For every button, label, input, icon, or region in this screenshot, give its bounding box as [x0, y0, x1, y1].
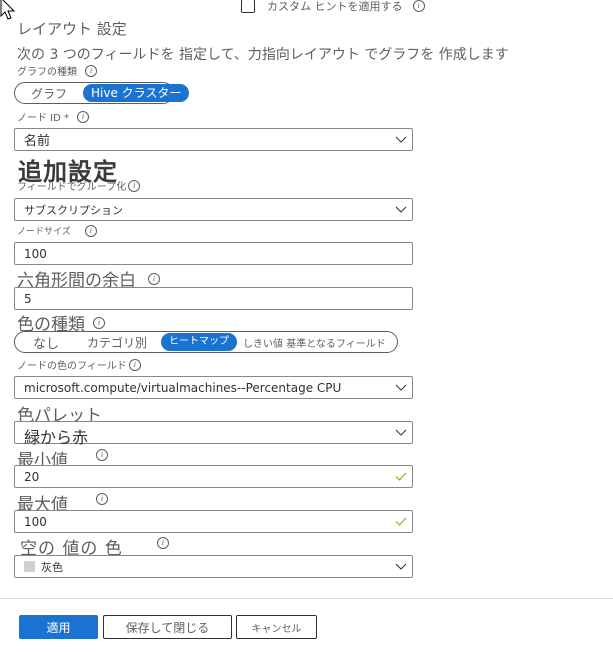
graph-type-option-hive[interactable]: Hive クラスター — [83, 84, 190, 102]
palette-dropdown[interactable]: 緑から赤 — [14, 421, 413, 447]
node-color-field-label: ノードの色のフィールド — [17, 361, 127, 372]
color-swatch — [24, 561, 35, 572]
info-icon[interactable]: i — [128, 358, 141, 371]
cancel-button[interactable]: キャンセル — [236, 615, 317, 639]
info-icon[interactable]: i — [93, 316, 105, 329]
graph-type-label: グラフの種類 — [17, 67, 77, 78]
node-size-label-row: ノードサイズ i — [17, 224, 97, 237]
node-size-input[interactable]: 100 — [14, 242, 413, 265]
footer-divider — [0, 598, 613, 599]
check-icon — [390, 466, 412, 487]
chevron-down-icon — [390, 129, 412, 150]
layout-settings-title: レイアウト 設定 — [17, 20, 127, 38]
node-size-label: ノードサイズ — [17, 227, 71, 237]
color-type-option-heatmap[interactable]: ヒートマップ — [161, 333, 238, 351]
node-size-value: 100 — [24, 246, 47, 261]
group-by-value: サブスクリプション — [24, 203, 123, 217]
node-color-field-value: microsoft.compute/virtualmachines--Perce… — [24, 380, 342, 395]
node-id-label-row: ノード ID * i — [17, 109, 90, 124]
node-color-field-label-row: ノードの色のフィールド i — [17, 357, 141, 372]
group-by-label: フィールドでグループ化 — [17, 182, 127, 193]
hex-margin-input[interactable]: 5 — [14, 287, 413, 310]
info-icon[interactable]: i — [96, 492, 108, 505]
save-and-close-button[interactable]: 保存して閉じる — [103, 615, 232, 639]
info-icon[interactable]: i — [148, 272, 160, 285]
info-icon[interactable]: i — [85, 64, 97, 77]
graph-type-toggle: グラフ Hive クラスター — [14, 82, 190, 104]
graph-type-label-row: グラフの種類 i — [17, 63, 97, 78]
info-icon[interactable]: i — [412, 0, 425, 12]
min-value: 20 — [24, 469, 40, 484]
apply-button[interactable]: 適用 — [19, 615, 98, 639]
max-value-input[interactable]: 100 — [14, 510, 413, 533]
graph-type-option-graph[interactable]: グラフ — [15, 85, 83, 102]
node-id-value: 名前 — [24, 134, 51, 149]
color-type-option-none[interactable]: なし — [15, 333, 73, 352]
group-by-label-row: フィールドでグループ化 i — [17, 178, 141, 193]
check-icon — [390, 511, 412, 532]
chevron-down-icon — [390, 377, 412, 398]
info-icon[interactable]: i — [77, 110, 90, 123]
empty-color-value: 灰色 — [41, 560, 63, 574]
chevron-down-icon — [390, 199, 412, 220]
empty-color-dropdown[interactable]: 灰色 — [14, 555, 413, 578]
palette-value: 緑から赤 — [24, 427, 89, 447]
chevron-down-icon — [390, 422, 412, 443]
color-type-option-threshold[interactable]: しきい値 基準となるフィールド — [237, 335, 394, 350]
info-icon[interactable]: i — [128, 179, 141, 192]
info-icon[interactable]: i — [156, 536, 169, 549]
hex-margin-value: 5 — [24, 291, 32, 306]
min-value-input[interactable]: 20 — [14, 465, 413, 488]
node-id-dropdown[interactable]: 名前 — [14, 128, 413, 151]
custom-hint-row: カスタム ヒントを適用する i — [241, 0, 425, 14]
info-icon[interactable]: i — [96, 448, 108, 461]
info-icon[interactable]: i — [84, 224, 97, 237]
custom-hint-checkbox[interactable] — [241, 0, 255, 13]
color-type-toggle: なし カテゴリ別 ヒートマップ しきい値 基準となるフィールド — [14, 331, 398, 353]
node-id-label: ノード ID * — [17, 113, 70, 124]
custom-hint-label: カスタム ヒントを適用する — [267, 0, 403, 13]
chevron-down-icon — [390, 556, 412, 577]
max-value: 100 — [24, 514, 47, 529]
node-color-field-dropdown[interactable]: microsoft.compute/virtualmachines--Perce… — [14, 376, 413, 399]
color-type-option-category[interactable]: カテゴリ別 — [73, 334, 161, 351]
group-by-dropdown[interactable]: サブスクリプション — [14, 198, 413, 221]
layout-description: 次の 3 つのフィールドを 指定して、力指向レイアウト でグラフを 作成します — [17, 47, 509, 63]
